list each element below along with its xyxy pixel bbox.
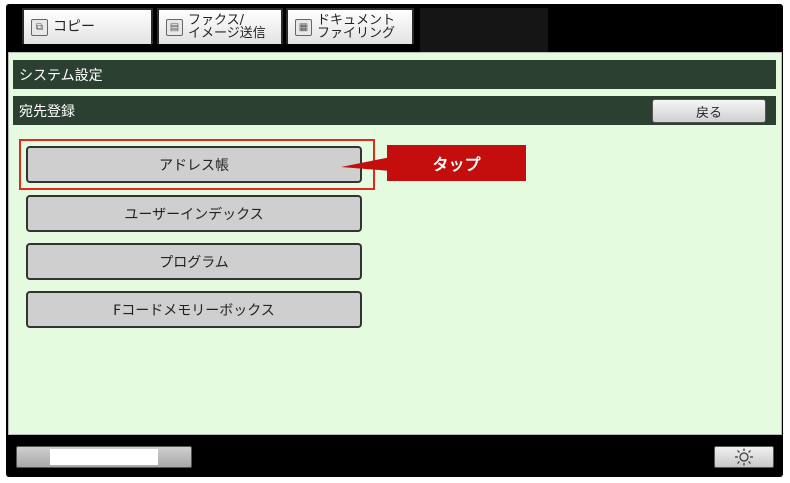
fax-icon: ▤ [166,18,183,36]
f-code-memory-box-button[interactable]: Fコードメモリーボックス [26,291,362,328]
back-button[interactable]: 戻る [652,99,766,123]
main-panel: システム設定 宛先登録 戻る アドレス帳 ユーザーインデックス プログラム Fコ… [8,52,782,435]
program-button[interactable]: プログラム [26,243,362,280]
status-indicator-window [50,449,158,465]
page-title: システム設定 [13,60,776,89]
user-index-button[interactable]: ユーザーインデックス [26,195,362,232]
tab-doc-label-line2: ファイリング [317,26,396,41]
tab-fax-image-send[interactable]: ▤ ファクス/ イメージ送信 [157,8,283,44]
document-icon: ▦ [295,18,312,36]
tab-copy-label: コピー [53,19,95,35]
brightness-button[interactable] [714,446,774,468]
status-indicator-bar [16,446,192,468]
tab-fax-label: ファクス/ イメージ送信 [188,14,266,40]
top-bar-blank-area [420,8,548,52]
tap-annotation-label: タップ [387,145,526,181]
tab-copy[interactable]: ⧉ コピー [22,8,153,44]
sun-icon [735,448,753,466]
tab-document-filing[interactable]: ▦ ドキュメント ファイリング [286,8,414,44]
tap-highlight-box [19,139,375,190]
copy-icon: ⧉ [31,18,48,36]
tab-doc-label: ドキュメント ファイリング [317,14,395,40]
tab-fax-label-line2: イメージ送信 [188,26,266,41]
tap-pointer-arrow [341,157,391,171]
